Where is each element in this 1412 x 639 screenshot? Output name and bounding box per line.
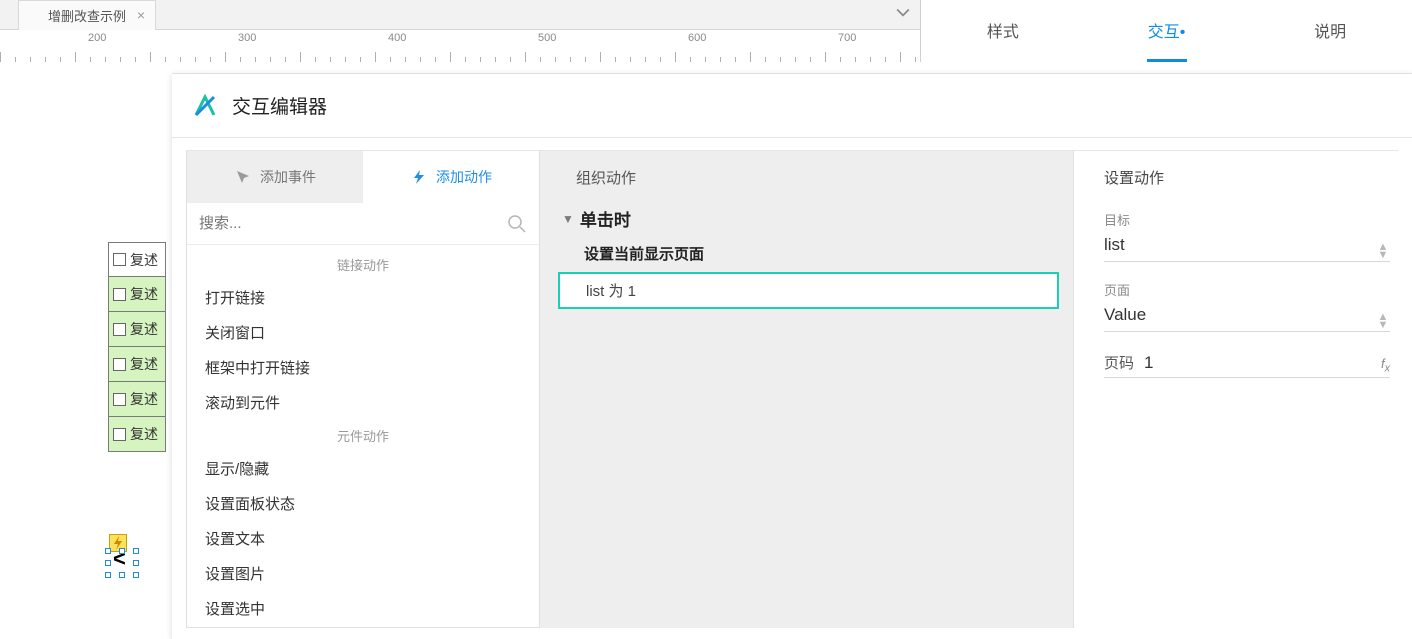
target-label: 目标 [1104, 210, 1390, 229]
page-tab-label: 增删改查示例 [48, 6, 126, 25]
left-panel: 添加事件 添加动作 链接动作 打开链接 关闭窗口 框架中打开 [186, 151, 540, 628]
ruler-major: 200 [88, 32, 106, 44]
pagenum-label: 页码 [1104, 352, 1134, 373]
section-title: 组织动作 [540, 151, 1073, 202]
pagenum-input[interactable]: 页码 1 fx [1104, 350, 1390, 378]
tab-dropdown-icon[interactable] [894, 6, 912, 20]
right-panel: 设置动作 目标 list ▲▼ 页面 Value ▲▼ 页码 1 [1074, 151, 1398, 628]
action-item[interactable]: 设置列表选中项 [187, 626, 539, 627]
action-item[interactable]: 设置选中 [187, 591, 539, 626]
checkbox-icon[interactable] [113, 428, 126, 441]
table-row[interactable]: 复述 [108, 382, 166, 417]
action-item[interactable]: 设置图片 [187, 556, 539, 591]
event-row[interactable]: ▼ 单击时 [540, 202, 1073, 237]
action-item[interactable]: 打开链接 [187, 280, 539, 315]
search-input[interactable] [199, 215, 507, 232]
chevron-updown-icon: ▲▼ [1376, 243, 1390, 259]
target-value: list [1104, 235, 1376, 255]
ruler-major: 500 [538, 32, 556, 44]
modal-title: 交互编辑器 [232, 92, 327, 119]
ruler-major: 700 [838, 32, 856, 44]
lightning-icon [410, 168, 428, 186]
checkbox-icon[interactable] [113, 358, 126, 371]
tab-style[interactable]: 样式 [921, 0, 1085, 62]
action-item[interactable]: 框架中打开链接 [187, 350, 539, 385]
chevron-updown-icon: ▲▼ [1376, 313, 1390, 329]
close-icon[interactable]: × [137, 7, 145, 23]
page-value: Value [1104, 305, 1376, 325]
tab-add-action[interactable]: 添加动作 [363, 151, 539, 203]
action-item[interactable]: 显示/隐藏 [187, 451, 539, 486]
checkbox-icon[interactable] [113, 393, 126, 406]
target-select[interactable]: list ▲▼ [1104, 233, 1390, 262]
tab-notes[interactable]: 说明 [1248, 0, 1412, 62]
panel-title: 设置动作 [1104, 167, 1390, 188]
page-tab[interactable]: 增删改查示例 × [18, 0, 156, 30]
search-row [187, 203, 539, 245]
ruler: 200 300 400 500 600 700 [0, 30, 920, 62]
page-select[interactable]: Value ▲▼ [1104, 303, 1390, 332]
fx-icon[interactable]: fx [1381, 356, 1390, 375]
triangle-down-icon: ▼ [562, 212, 574, 226]
action-title[interactable]: 设置当前显示页面 [540, 237, 1073, 272]
left-tabs: 添加事件 添加动作 [187, 151, 539, 203]
search-icon[interactable] [507, 214, 527, 234]
table-row[interactable]: 复述 [108, 277, 166, 312]
tab-strip: 增删改查示例 × [0, 0, 920, 30]
ruler-major: 400 [388, 32, 406, 44]
page-label: 页面 [1104, 280, 1390, 299]
checkbox-icon[interactable] [113, 323, 126, 336]
group-label: 链接动作 [187, 249, 539, 280]
table-row[interactable]: 复述 [108, 312, 166, 347]
tab-interaction[interactable]: 交互• [1085, 0, 1249, 62]
case-text: list 为 1 [586, 283, 636, 300]
action-item[interactable]: 滚动到元件 [187, 385, 539, 420]
action-item[interactable]: 设置文本 [187, 521, 539, 556]
interaction-editor-modal: 交互编辑器 添加事件 添加动作 [172, 73, 1412, 639]
ruler-major: 600 [688, 32, 706, 44]
pagenum-value: 1 [1144, 353, 1375, 373]
checkbox-icon[interactable] [113, 253, 126, 266]
inspector-tabs: 样式 交互• 说明 [921, 0, 1412, 62]
table-row[interactable]: 复述 [108, 347, 166, 382]
canvas-table: 复述 复述 复述 复述 复述 复述 [108, 242, 166, 452]
checkbox-icon[interactable] [113, 288, 126, 301]
case-selected[interactable]: list 为 1 [558, 272, 1059, 309]
event-name: 单击时 [580, 206, 631, 231]
selected-widget[interactable]: < [109, 534, 139, 574]
group-label: 元件动作 [187, 420, 539, 451]
axure-logo-icon [192, 93, 218, 119]
middle-panel: 组织动作 ▼ 单击时 设置当前显示页面 list 为 1 [540, 151, 1074, 628]
action-item[interactable]: 关闭窗口 [187, 315, 539, 350]
field-pagenum: 页码 1 fx [1104, 350, 1390, 378]
modal-body: 添加事件 添加动作 链接动作 打开链接 关闭窗口 框架中打开 [186, 150, 1398, 628]
modal-header: 交互编辑器 [172, 74, 1412, 138]
table-header[interactable]: 复述 [108, 242, 166, 277]
cursor-icon [234, 168, 252, 186]
action-item[interactable]: 设置面板状态 [187, 486, 539, 521]
tab-add-event[interactable]: 添加事件 [187, 151, 363, 203]
field-page: 页面 Value ▲▼ [1104, 280, 1390, 332]
header-text: 复述 [130, 250, 158, 270]
action-list[interactable]: 链接动作 打开链接 关闭窗口 框架中打开链接 滚动到元件 元件动作 显示/隐藏 … [187, 245, 539, 627]
field-target: 目标 list ▲▼ [1104, 210, 1390, 262]
ruler-ticks [0, 48, 920, 62]
ruler-major: 300 [238, 32, 256, 44]
table-row[interactable]: 复述 [108, 417, 166, 452]
